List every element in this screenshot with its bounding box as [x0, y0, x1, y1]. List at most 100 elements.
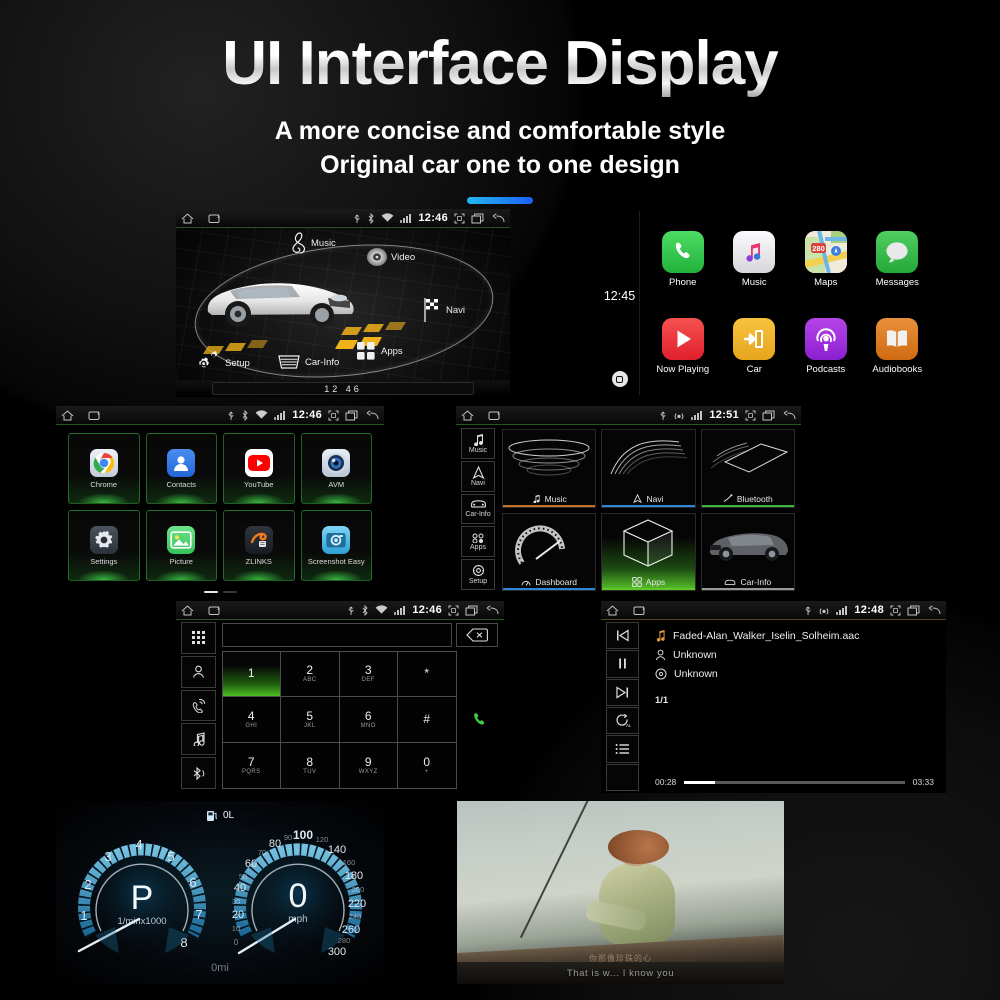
app-tile-youtube[interactable]: YouTube [223, 433, 295, 504]
dialer-tab-bluetooth[interactable] [181, 757, 216, 789]
sidebar-item-setup[interactable]: Setup [461, 559, 495, 590]
home-icon[interactable] [181, 212, 194, 224]
menu-tile-apps[interactable]: Apps [601, 512, 696, 591]
dialpad-key-4[interactable]: 4 GHI [221, 696, 281, 743]
carplay-app-music[interactable]: Music [720, 217, 790, 302]
dialpad-sub-0: + [424, 768, 429, 775]
home-icon[interactable] [606, 604, 619, 616]
screenshot-icon[interactable] [448, 605, 459, 616]
dialpad-key-5[interactable]: 5 JKL [280, 696, 340, 743]
car-home-item-car-info[interactable]: Car-Info [276, 354, 339, 370]
car-home-item-apps[interactable]: Apps [356, 341, 403, 361]
app-tile-contacts[interactable]: Contacts [145, 433, 217, 504]
screen-off-icon[interactable] [88, 410, 103, 421]
app-tile-screenshot-easy[interactable]: Screenshot Easy [300, 510, 372, 581]
dialer-tab-contacts[interactable] [181, 655, 216, 688]
previous-track-button[interactable] [606, 622, 639, 650]
menu-tile-car-info[interactable]: Car-Info [700, 512, 795, 591]
back-icon[interactable] [782, 409, 796, 421]
home-icon[interactable] [461, 409, 474, 421]
pause-button[interactable] [606, 650, 639, 678]
menu-tile-dashboard[interactable]: Dashboard [502, 512, 597, 591]
dialpad-key-3[interactable]: 3 DEF [338, 650, 398, 698]
car-home-screen[interactable]: 12:46 Music Video Navi Apps Car-Info Set… [176, 209, 510, 397]
dialpad-key-2[interactable]: 2 ABC [280, 650, 340, 698]
menu-tile-navi[interactable]: Navi [601, 429, 696, 508]
car-home-item-music[interactable]: Music [292, 232, 336, 254]
page-indicator[interactable] [56, 591, 384, 593]
recents-icon[interactable] [907, 605, 921, 616]
carplay-home-button[interactable] [611, 371, 628, 387]
phone-dialer-screen[interactable]: 12:46 1 2 ABC 3 DEF * 4 GHI 5 JKL 6 MNO … [176, 601, 504, 793]
back-icon[interactable] [491, 212, 505, 224]
car-home-item-video[interactable]: Video [366, 246, 415, 268]
app-tile-settings[interactable]: Settings [68, 510, 140, 581]
home-icon[interactable] [61, 409, 74, 421]
sidebar-item-car-info[interactable]: Car-Info [461, 493, 495, 525]
carplay-app-car[interactable]: Car [720, 304, 790, 389]
app-tile-picture[interactable]: Picture [145, 510, 217, 581]
repeat-all-button[interactable]: ALL [606, 706, 639, 735]
carplay-app-podcasts[interactable]: Podcasts [791, 304, 861, 389]
back-icon[interactable] [927, 604, 941, 616]
phone-number-input[interactable] [222, 623, 452, 647]
home-icon[interactable] [181, 604, 194, 616]
screenshot-icon[interactable] [454, 213, 465, 224]
subtitle-english: That is w... I know you [566, 967, 675, 979]
dialpad-key-9[interactable]: 9 WXYZ [338, 741, 398, 789]
car-home-item-setup[interactable]: Setup [194, 350, 250, 376]
menu-tile-music[interactable]: Music [502, 429, 597, 508]
dialer-tab-keypad[interactable] [181, 622, 216, 654]
app-tile-avm[interactable]: AVM [300, 433, 372, 504]
dialpad-key-0[interactable]: 0 + [397, 741, 457, 789]
carplay-app-phone[interactable]: Phone [648, 217, 718, 302]
next-track-button[interactable] [606, 678, 639, 706]
dialpad-key-1[interactable]: 1 [221, 650, 281, 698]
car-home-item-navi[interactable]: Navi [421, 297, 465, 323]
gauge-icon [521, 580, 531, 586]
screen-off-icon[interactable] [208, 605, 223, 616]
seek-bar[interactable] [684, 780, 905, 784]
recents-icon[interactable] [762, 410, 776, 421]
dialpad-key-8[interactable]: 8 TUV [280, 741, 340, 789]
music-player-screen[interactable]: 12:48 ALL [601, 601, 946, 793]
app-tile-chrome[interactable]: Chrome [68, 433, 140, 504]
carplay-app-maps[interactable]: 280 Maps [791, 217, 861, 302]
screenshot-icon[interactable] [328, 410, 339, 421]
recents-icon[interactable] [465, 605, 479, 616]
seek-bar-row[interactable]: 00:28 03:33 [655, 777, 934, 787]
app-tile-zlinks[interactable]: ZLINKS [223, 510, 295, 581]
main-menu-screen[interactable]: 12:51 Music Navi Car-Info Apps Setup Mus… [456, 406, 801, 593]
sidebar-item-music[interactable]: Music [461, 428, 495, 459]
screen-off-icon[interactable] [208, 213, 223, 224]
sidebar-item-apps[interactable]: Apps [461, 526, 495, 558]
call-button[interactable] [460, 651, 498, 788]
android-app-grid-screen[interactable]: 12:46 Chrome Contacts YouTube AVM Settin… [56, 406, 384, 593]
back-icon[interactable] [365, 409, 379, 421]
delete-button[interactable] [456, 623, 498, 647]
dialer-tab-call-history[interactable] [181, 689, 216, 722]
back-icon[interactable] [485, 604, 499, 616]
dialpad-key-6[interactable]: 6 MNO [338, 696, 398, 743]
video-playback-screen[interactable]: 你那像珍珠的心 That is w... I know you [457, 801, 784, 984]
app-label-avm: AVM [328, 479, 345, 489]
dialpad-key-7[interactable]: 7 PQRS [221, 741, 281, 789]
sidebar-item-navi[interactable]: Navi [461, 460, 495, 492]
dialpad-key-star[interactable]: * [397, 650, 457, 698]
screen-off-icon[interactable] [633, 605, 648, 616]
recents-icon[interactable] [471, 213, 485, 224]
screenshot-icon[interactable] [745, 410, 756, 421]
music-note-icon [533, 494, 540, 503]
carplay-app-messages[interactable]: Messages [863, 217, 933, 302]
playlist-button[interactable] [606, 735, 639, 763]
screen-off-icon[interactable] [488, 410, 503, 421]
carplay-app-now-playing[interactable]: Now Playing [648, 304, 718, 389]
carplay-app-audiobooks[interactable]: Audiobooks [863, 304, 933, 389]
dialer-tab-music[interactable] [181, 723, 216, 756]
car-home-clock: 12 46 [212, 382, 474, 395]
recents-icon[interactable] [345, 410, 359, 421]
carplay-home-screen[interactable]: 12:45 Phone Music 280 Maps Messages Now … [600, 211, 940, 395]
dialpad-key-hash[interactable]: # [397, 696, 457, 743]
menu-tile-bluetooth[interactable]: Bluetooth [700, 429, 795, 508]
screenshot-icon[interactable] [890, 605, 901, 616]
